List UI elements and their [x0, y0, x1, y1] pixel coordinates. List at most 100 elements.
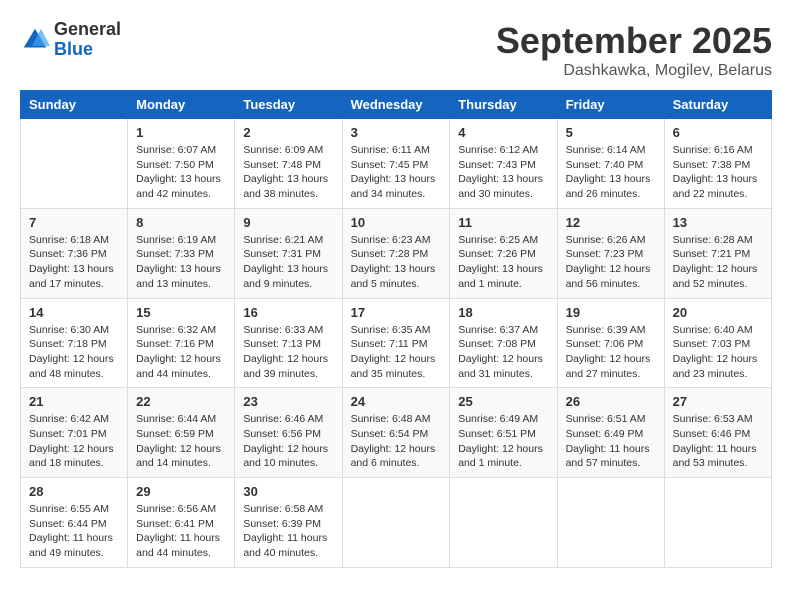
day-number: 3: [351, 125, 442, 140]
day-number: 28: [29, 484, 119, 499]
day-info: Sunrise: 6:46 AM Sunset: 6:56 PM Dayligh…: [243, 412, 333, 471]
day-info: Sunrise: 6:49 AM Sunset: 6:51 PM Dayligh…: [458, 412, 548, 471]
calendar-week-row: 7Sunrise: 6:18 AM Sunset: 7:36 PM Daylig…: [21, 208, 772, 298]
calendar-cell: 15 Sunrise: 6:32 AM Sunset: 7:16 PM Dayli…: [128, 298, 235, 388]
day-info: Sunrise: 6:51 AM Sunset: 6:49 PM Dayligh…: [566, 412, 656, 471]
day-info: Sunrise: 6:26 AM Sunset: 7:23 PM Dayligh…: [566, 233, 656, 292]
day-number: 30: [243, 484, 333, 499]
day-number: 12: [566, 215, 656, 230]
day-info: Sunrise: 6:37 AM Sunset: 7:08 PM Dayligh…: [458, 323, 548, 382]
weekday-header-tuesday: Tuesday: [235, 91, 342, 119]
calendar-cell: 12 Sunrise: 6:26 AM Sunset: 7:23 PM Dayli…: [557, 208, 664, 298]
calendar-cell: [21, 119, 128, 209]
day-number: 17: [351, 305, 442, 320]
calendar-cell: 10Sunrise: 6:23 AM Sunset: 7:28 PM Dayli…: [342, 208, 450, 298]
calendar-cell: 18 Sunrise: 6:37 AM Sunset: 7:08 PM Dayli…: [450, 298, 557, 388]
calendar-week-row: 14 Sunrise: 6:30 AM Sunset: 7:18 PM Dayli…: [21, 298, 772, 388]
day-info: Sunrise: 6:28 AM Sunset: 7:21 PM Dayligh…: [673, 233, 763, 292]
day-number: 27: [673, 394, 763, 409]
day-number: 21: [29, 394, 119, 409]
day-info: Sunrise: 6:32 AM Sunset: 7:16 PM Dayligh…: [136, 323, 226, 382]
weekday-header-saturday: Saturday: [664, 91, 771, 119]
calendar-cell: [664, 478, 771, 568]
logo-icon: [20, 25, 50, 55]
day-info: Sunrise: 6:25 AM Sunset: 7:26 PM Dayligh…: [458, 233, 548, 292]
calendar-cell: 4 Sunrise: 6:12 AM Sunset: 7:43 PM Daylig…: [450, 119, 557, 209]
calendar: SundayMondayTuesdayWednesdayThursdayFrid…: [20, 90, 772, 568]
logo-blue-text: Blue: [54, 40, 121, 60]
calendar-cell: 8 Sunrise: 6:19 AM Sunset: 7:33 PM Daylig…: [128, 208, 235, 298]
calendar-cell: 16Sunrise: 6:33 AM Sunset: 7:13 PM Dayli…: [235, 298, 342, 388]
calendar-cell: 17 Sunrise: 6:35 AM Sunset: 7:11 PM Dayli…: [342, 298, 450, 388]
day-number: 18: [458, 305, 548, 320]
day-info: Sunrise: 6:58 AM Sunset: 6:39 PM Dayligh…: [243, 502, 333, 561]
day-number: 26: [566, 394, 656, 409]
day-number: 16: [243, 305, 333, 320]
day-number: 19: [566, 305, 656, 320]
calendar-cell: 21 Sunrise: 6:42 AM Sunset: 7:01 PM Dayli…: [21, 388, 128, 478]
calendar-cell: 7Sunrise: 6:18 AM Sunset: 7:36 PM Daylig…: [21, 208, 128, 298]
day-number: 29: [136, 484, 226, 499]
day-info: Sunrise: 6:21 AM Sunset: 7:31 PM Dayligh…: [243, 233, 333, 292]
calendar-week-row: 21 Sunrise: 6:42 AM Sunset: 7:01 PM Dayli…: [21, 388, 772, 478]
day-info: Sunrise: 6:39 AM Sunset: 7:06 PM Dayligh…: [566, 323, 656, 382]
weekday-header-thursday: Thursday: [450, 91, 557, 119]
calendar-cell: 19 Sunrise: 6:39 AM Sunset: 7:06 PM Dayli…: [557, 298, 664, 388]
calendar-cell: 30 Sunrise: 6:58 AM Sunset: 6:39 PM Dayli…: [235, 478, 342, 568]
day-number: 8: [136, 215, 226, 230]
day-info: Sunrise: 6:16 AM Sunset: 7:38 PM Dayligh…: [673, 143, 763, 202]
calendar-cell: 25 Sunrise: 6:49 AM Sunset: 6:51 PM Dayli…: [450, 388, 557, 478]
day-number: 5: [566, 125, 656, 140]
calendar-header-row: SundayMondayTuesdayWednesdayThursdayFrid…: [21, 91, 772, 119]
day-info: Sunrise: 6:14 AM Sunset: 7:40 PM Dayligh…: [566, 143, 656, 202]
day-info: Sunrise: 6:30 AM Sunset: 7:18 PM Dayligh…: [29, 323, 119, 382]
calendar-week-row: 1 Sunrise: 6:07 AM Sunset: 7:50 PM Daylig…: [21, 119, 772, 209]
day-info: Sunrise: 6:44 AM Sunset: 6:59 PM Dayligh…: [136, 412, 226, 471]
logo: General Blue: [20, 20, 121, 60]
day-number: 24: [351, 394, 442, 409]
day-info: Sunrise: 6:18 AM Sunset: 7:36 PM Dayligh…: [29, 233, 119, 292]
calendar-cell: 2Sunrise: 6:09 AM Sunset: 7:48 PM Daylig…: [235, 119, 342, 209]
day-info: Sunrise: 6:12 AM Sunset: 7:43 PM Dayligh…: [458, 143, 548, 202]
location-title: Dashkawka, Mogilev, Belarus: [496, 62, 772, 80]
calendar-cell: 23 Sunrise: 6:46 AM Sunset: 6:56 PM Dayli…: [235, 388, 342, 478]
calendar-cell: [450, 478, 557, 568]
day-number: 14: [29, 305, 119, 320]
calendar-cell: 13 Sunrise: 6:28 AM Sunset: 7:21 PM Dayli…: [664, 208, 771, 298]
day-info: Sunrise: 6:48 AM Sunset: 6:54 PM Dayligh…: [351, 412, 442, 471]
calendar-cell: 24 Sunrise: 6:48 AM Sunset: 6:54 PM Dayli…: [342, 388, 450, 478]
day-info: Sunrise: 6:07 AM Sunset: 7:50 PM Dayligh…: [136, 143, 226, 202]
weekday-header-sunday: Sunday: [21, 91, 128, 119]
calendar-cell: 29 Sunrise: 6:56 AM Sunset: 6:41 PM Dayli…: [128, 478, 235, 568]
day-number: 2: [243, 125, 333, 140]
weekday-header-friday: Friday: [557, 91, 664, 119]
day-number: 22: [136, 394, 226, 409]
day-number: 4: [458, 125, 548, 140]
day-info: Sunrise: 6:42 AM Sunset: 7:01 PM Dayligh…: [29, 412, 119, 471]
day-info: Sunrise: 6:35 AM Sunset: 7:11 PM Dayligh…: [351, 323, 442, 382]
day-info: Sunrise: 6:11 AM Sunset: 7:45 PM Dayligh…: [351, 143, 442, 202]
calendar-cell: 5 Sunrise: 6:14 AM Sunset: 7:40 PM Daylig…: [557, 119, 664, 209]
day-number: 23: [243, 394, 333, 409]
calendar-cell: 6 Sunrise: 6:16 AM Sunset: 7:38 PM Daylig…: [664, 119, 771, 209]
day-number: 13: [673, 215, 763, 230]
calendar-cell: 14 Sunrise: 6:30 AM Sunset: 7:18 PM Dayli…: [21, 298, 128, 388]
day-number: 6: [673, 125, 763, 140]
calendar-cell: [557, 478, 664, 568]
calendar-cell: [342, 478, 450, 568]
day-info: Sunrise: 6:19 AM Sunset: 7:33 PM Dayligh…: [136, 233, 226, 292]
day-info: Sunrise: 6:56 AM Sunset: 6:41 PM Dayligh…: [136, 502, 226, 561]
calendar-cell: 9Sunrise: 6:21 AM Sunset: 7:31 PM Daylig…: [235, 208, 342, 298]
day-number: 15: [136, 305, 226, 320]
calendar-week-row: 28Sunrise: 6:55 AM Sunset: 6:44 PM Dayli…: [21, 478, 772, 568]
calendar-cell: 20 Sunrise: 6:40 AM Sunset: 7:03 PM Dayli…: [664, 298, 771, 388]
header: General Blue September 2025 Dashkawka, M…: [20, 20, 772, 80]
day-number: 11: [458, 215, 548, 230]
calendar-cell: 27Sunrise: 6:53 AM Sunset: 6:46 PM Dayli…: [664, 388, 771, 478]
day-number: 25: [458, 394, 548, 409]
weekday-header-monday: Monday: [128, 91, 235, 119]
day-number: 1: [136, 125, 226, 140]
day-number: 20: [673, 305, 763, 320]
month-title: September 2025: [496, 20, 772, 62]
day-info: Sunrise: 6:40 AM Sunset: 7:03 PM Dayligh…: [673, 323, 763, 382]
